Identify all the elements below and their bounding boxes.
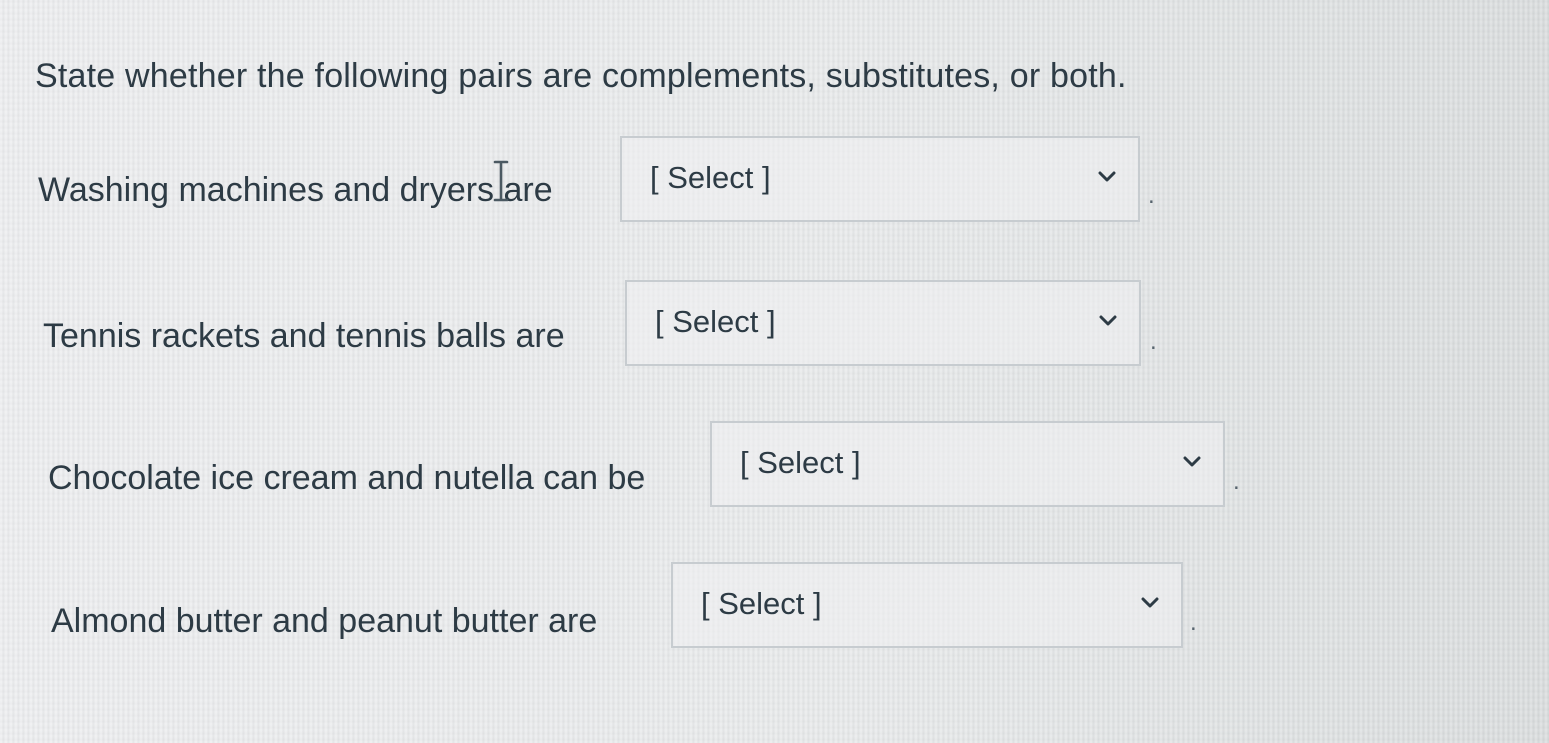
row-punctuation-tennis: .	[1150, 328, 1157, 355]
row-label-almond-butter: Almond butter and peanut butter are	[51, 602, 598, 640]
chevron-down-icon	[1098, 171, 1116, 182]
selected-value-almond-butter: [ Select ]	[701, 586, 822, 621]
chevron-down-icon	[1183, 456, 1201, 467]
row-label-washing-machines: Washing machines and dryers are	[38, 171, 553, 209]
selected-value-tennis: [ Select ]	[655, 304, 776, 339]
select-tennis[interactable]: [ Select ]	[625, 280, 1141, 366]
row-punctuation-chocolate: .	[1233, 468, 1240, 495]
selected-value-chocolate: [ Select ]	[740, 445, 861, 480]
row-label-chocolate: Chocolate ice cream and nutella can be	[48, 459, 646, 497]
row-punctuation-washing-machines: .	[1148, 182, 1155, 209]
row-label-tennis: Tennis rackets and tennis balls are	[43, 317, 565, 355]
text-cursor-icon	[493, 160, 509, 202]
selected-value-washing-machines: [ Select ]	[650, 160, 771, 195]
question-prompt: State whether the following pairs are co…	[35, 57, 1127, 95]
select-almond-butter[interactable]: [ Select ]	[671, 562, 1183, 648]
row-punctuation-almond-butter: .	[1190, 609, 1197, 636]
chevron-down-icon	[1099, 315, 1117, 326]
select-washing-machines[interactable]: [ Select ]	[620, 136, 1140, 222]
select-chocolate[interactable]: [ Select ]	[710, 421, 1225, 507]
question-panel: State whether the following pairs are co…	[0, 0, 1549, 743]
chevron-down-icon	[1141, 597, 1159, 608]
